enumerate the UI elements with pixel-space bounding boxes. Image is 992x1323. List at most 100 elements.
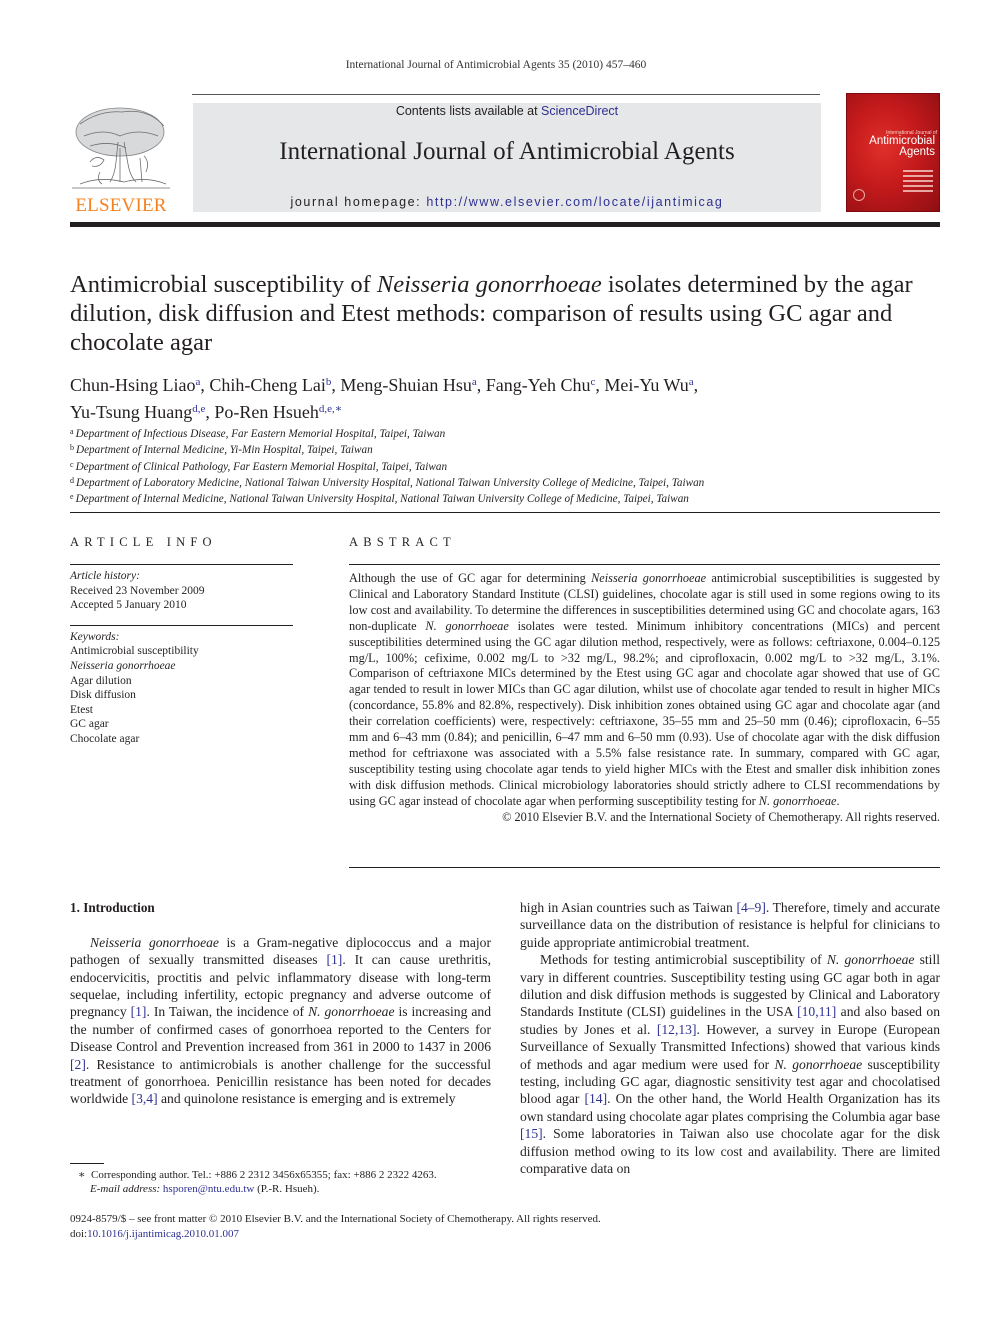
- article-info-heading: ARTICLE INFO: [70, 535, 217, 549]
- email-label: E-mail address:: [90, 1183, 163, 1196]
- journal-banner: Contents lists available at ScienceDirec…: [193, 103, 821, 212]
- cover-title: Antimicrobial Agents: [869, 135, 935, 158]
- keyword: Agar dilution: [70, 674, 132, 687]
- italic-term: N. gonorrhoeae: [774, 1056, 863, 1072]
- affiliation-key: c: [70, 459, 74, 469]
- author-affiliation-marker[interactable]: a: [196, 376, 201, 388]
- keyword: Disk diffusion: [70, 689, 136, 702]
- abstract-segment: N. gonorrhoeae: [425, 618, 509, 633]
- keyword: Etest: [70, 703, 93, 716]
- author-affiliation-marker[interactable]: d,e: [192, 403, 205, 415]
- abstract-segment: N. gonorrhoeae: [758, 793, 837, 808]
- citation-link[interactable]: [12,13]: [657, 1022, 697, 1037]
- homepage-link[interactable]: http://www.elsevier.com/locate/ijantimic…: [426, 195, 723, 209]
- journal-title: International Journal of Antimicrobial A…: [279, 138, 735, 165]
- issn-line: 0924-8579/$ – see front matter © 2010 El…: [70, 1213, 601, 1225]
- cover-text-lines: [903, 170, 933, 195]
- email-link[interactable]: hsporen@ntu.edu.tw: [163, 1183, 254, 1195]
- intro-paragraph-1: Neisseria gonorrhoeae is a Gram-negative…: [70, 934, 491, 1108]
- section-heading-introduction: 1. Introduction: [70, 900, 155, 915]
- article-title: Antimicrobial susceptibility of Neisseri…: [70, 271, 913, 356]
- history-label: Article history:: [70, 570, 140, 582]
- citation-link[interactable]: [3,4]: [132, 1091, 158, 1106]
- author-affiliation-marker[interactable]: b: [326, 376, 332, 388]
- intro-paragraph-2: Methods for testing antimicrobial suscep…: [520, 951, 940, 1177]
- citation-link[interactable]: [10,11]: [797, 1004, 836, 1019]
- doi-link[interactable]: 10.1016/j.ijantimicag.2010.01.007: [87, 1228, 239, 1240]
- elsevier-logo[interactable]: ELSEVIER: [70, 100, 172, 216]
- author-name[interactable]: Fang-Yeh Chu: [486, 375, 591, 395]
- divider: [70, 624, 293, 626]
- keyword: Chocolate agar: [70, 732, 140, 745]
- citation-link[interactable]: [14]: [584, 1091, 607, 1106]
- italic-term: N. gonorrhoeae: [826, 952, 915, 968]
- citation-link[interactable]: [1]: [326, 952, 342, 967]
- footnote-marker: ∗: [78, 1169, 86, 1181]
- abstract-segment: Although the use of GC agar for determin…: [349, 571, 592, 585]
- header-thick-rule: [70, 222, 940, 227]
- author-affiliation-marker[interactable]: d,e,∗: [319, 403, 342, 415]
- body-segment: high in Asian countries such as Taiwan: [520, 900, 737, 915]
- citation-link[interactable]: [15]: [520, 1126, 543, 1141]
- author-name[interactable]: Chih-Cheng Lai: [209, 375, 325, 395]
- abstract-heading: ABSTRACT: [349, 535, 456, 549]
- abstract: ABSTRACT Although the use of GC agar for…: [349, 535, 940, 826]
- author-name[interactable]: Mei-Yu Wu: [604, 375, 688, 395]
- footnote-contact: Corresponding author. Tel.: +886 2 2312 …: [90, 1169, 437, 1181]
- affiliation-text: Department of Internal Medicine, Nationa…: [75, 493, 689, 506]
- abstract-segment: Neisseria gonorrhoeae: [591, 571, 707, 585]
- affiliation: e Department of Internal Medicine, Nation…: [70, 490, 940, 506]
- divider: [70, 564, 293, 565]
- author-affiliation-marker[interactable]: c: [590, 376, 595, 388]
- keyword: GC agar: [70, 718, 109, 731]
- author-list: Chun-Hsing Liaoa, Chih-Cheng Laib, Meng-…: [70, 375, 699, 422]
- abstract-segment: .: [836, 793, 840, 808]
- keywords: Keywords: Antimicrobial susceptibility Ne…: [70, 630, 293, 747]
- article-info: ARTICLE INFO Article history: Received 2…: [70, 535, 293, 747]
- author-affiliation-marker[interactable]: a: [689, 376, 694, 388]
- affiliation-text: Department of Laboratory Medicine, Natio…: [76, 476, 705, 489]
- abstract-segment: isolates were tested. Minimum inhibitory…: [349, 618, 940, 808]
- citation-link[interactable]: [2]: [70, 1057, 86, 1072]
- divider: [70, 512, 940, 513]
- homepage-line: journal homepage: http://www.elsevier.co…: [193, 195, 821, 209]
- elsevier-wordmark: ELSEVIER: [75, 195, 167, 216]
- affiliation: d Department of Laboratory Medicine, Nati…: [70, 474, 940, 490]
- author-name[interactable]: Yu-Tsung Huang: [70, 402, 192, 422]
- affiliation-list: a Department of Infectious Disease, Far E…: [70, 425, 940, 506]
- affiliation: a Department of Infectious Disease, Far E…: [70, 425, 940, 441]
- author-affiliation-marker[interactable]: a: [472, 376, 477, 388]
- author-name[interactable]: Po-Ren Hsueh: [214, 402, 319, 422]
- citation-link[interactable]: [1]: [131, 1004, 147, 1019]
- affiliation-key: b: [70, 443, 74, 453]
- affiliation: b Department of Internal Medicine, Yi-Min…: [70, 441, 940, 457]
- body-column-right: high in Asian countries such as Taiwan […: [520, 899, 940, 1178]
- author-name[interactable]: Meng-Shuian Hsu: [340, 375, 472, 395]
- header-rule: [192, 94, 820, 95]
- affiliation-key: e: [70, 492, 74, 502]
- author-name[interactable]: Chun-Hsing Liao: [70, 375, 196, 395]
- sciencedirect-link[interactable]: ScienceDirect: [541, 104, 618, 118]
- italic-term: N. gonorrhoeae: [308, 1004, 395, 1020]
- affiliation-text: Department of Internal Medicine, Yi-Min …: [76, 444, 373, 457]
- body-segment: and quinolone resistance is emerging and…: [157, 1091, 456, 1107]
- footnote-rule: [70, 1163, 104, 1164]
- italic-term: Neisseria gonorrhoeae: [90, 934, 219, 950]
- body-segment: . In Taiwan, the incidence of: [146, 1004, 309, 1020]
- email-suffix: (P.-R. Hsueh).: [254, 1183, 320, 1196]
- doi-line: doi:10.1016/j.ijantimicag.2010.01.007: [70, 1228, 239, 1240]
- keyword: Neisseria gonorrhoeae: [70, 659, 176, 672]
- received-date: Received 23 November 2009: [70, 584, 205, 597]
- homepage-prefix: journal homepage:: [290, 195, 427, 209]
- divider: [349, 867, 940, 868]
- body-segment: . Some laboratories in Taiwan also use c…: [520, 1126, 940, 1177]
- keywords-label: Keywords:: [70, 630, 120, 643]
- divider: [349, 564, 940, 565]
- journal-cover-thumbnail[interactable]: International Journal of Antimicrobial Ag…: [846, 93, 940, 212]
- intro-paragraph-1-continued: high in Asian countries such as Taiwan […: [520, 899, 940, 951]
- citation-link[interactable]: [4–9]: [736, 900, 765, 915]
- affiliation-key: a: [70, 427, 74, 436]
- affiliation-text: Department of Clinical Pathology, Far Ea…: [75, 460, 448, 473]
- running-head: International Journal of Antimicrobial A…: [345, 59, 647, 71]
- page-footer: 0924-8579/$ – see front matter © 2010 El…: [70, 1212, 940, 1242]
